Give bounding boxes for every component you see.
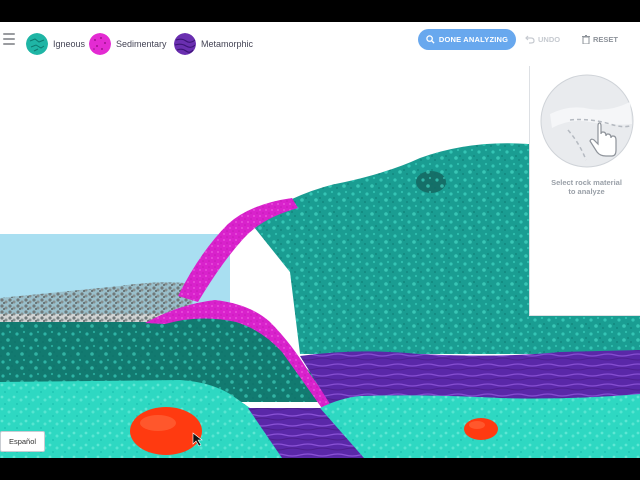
undo-label: UNDO — [538, 35, 561, 44]
done-analyzing-label: DONE ANALYZING — [438, 35, 509, 44]
sedimentary-swatch-icon — [89, 33, 111, 55]
legend-sedimentary-label: Sedimentary — [116, 39, 167, 49]
search-icon — [426, 35, 435, 44]
legend-sedimentary[interactable]: Sedimentary — [89, 32, 167, 56]
legend-igneous[interactable]: Igneous — [26, 32, 85, 56]
metamorphic-swatch-icon — [174, 33, 196, 55]
legend-metamorphic[interactable]: Metamorphic — [174, 32, 253, 56]
reset-label: RESET — [593, 35, 619, 44]
pointing-hand-icon — [540, 74, 634, 168]
undo-arrow-icon — [525, 35, 535, 44]
igneous-swatch-icon — [26, 33, 48, 55]
hamburger-menu-icon[interactable] — [3, 33, 15, 45]
magma-blob-large[interactable] — [130, 407, 202, 455]
rock-cycle-app: Igneous Sedimentary Metamorphic DONE ANA… — [0, 22, 640, 458]
language-toggle-button[interactable]: Español — [0, 431, 45, 452]
reset-button[interactable]: RESET — [582, 29, 618, 50]
analysis-panel: Select rock material to analyze — [529, 66, 640, 316]
legend-metamorphic-label: Metamorphic — [201, 39, 254, 49]
top-toolbar: Igneous Sedimentary Metamorphic DONE ANA… — [0, 22, 640, 62]
undo-button[interactable]: UNDO — [525, 29, 560, 50]
trash-icon — [582, 35, 590, 44]
done-analyzing-button[interactable]: DONE ANALYZING — [418, 29, 516, 50]
magma-blob-small[interactable] — [464, 418, 498, 440]
select-rock-instruction: Select rock material to analyze — [551, 178, 622, 196]
legend-igneous-label: Igneous — [53, 39, 86, 49]
